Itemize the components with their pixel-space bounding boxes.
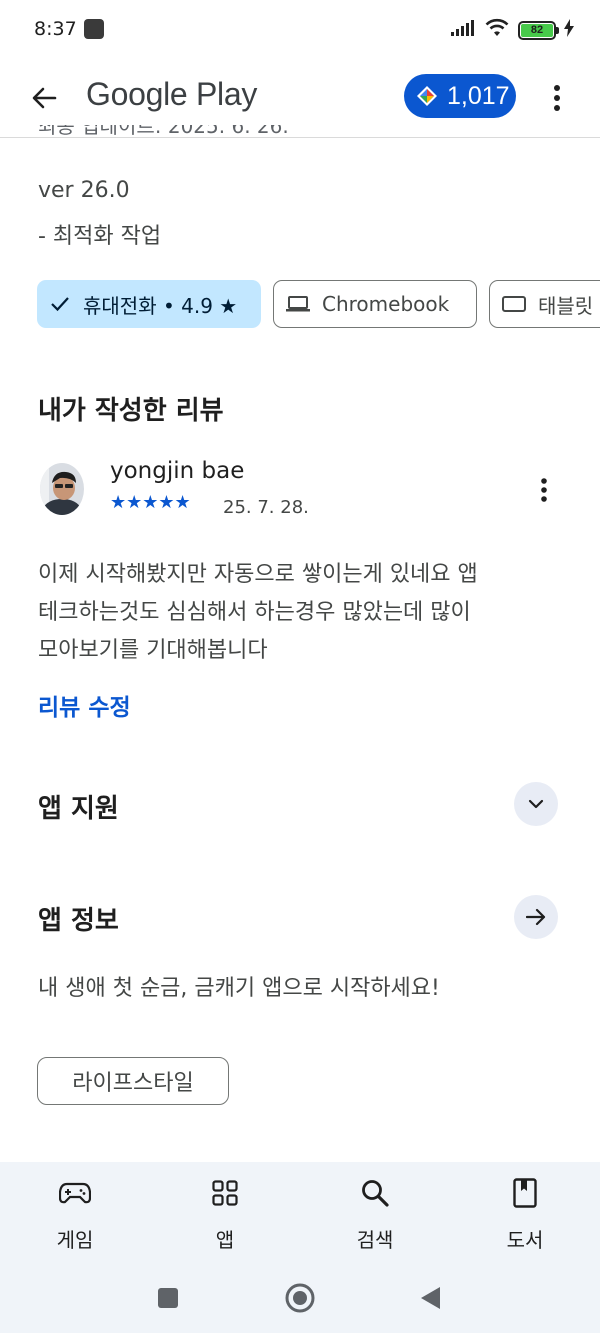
nav-label: 게임 [56, 1228, 94, 1252]
notification-app-icon [84, 19, 104, 39]
system-navigation-bar [0, 1274, 600, 1322]
my-review-title: 내가 작성한 리뷰 [38, 396, 224, 426]
search-icon [358, 1176, 392, 1210]
nav-games[interactable]: 게임 [15, 1176, 135, 1253]
status-time: 8:37 [34, 18, 77, 40]
google-play-title: Google Play [86, 76, 258, 112]
bottom-navigation: 게임 앱 검색 도서 [0, 1162, 600, 1333]
avatar [40, 463, 84, 515]
overflow-menu-button[interactable] [540, 78, 574, 118]
book-icon [508, 1176, 542, 1210]
laptop-icon [286, 296, 310, 312]
nav-label: 도서 [506, 1228, 544, 1252]
nav-books[interactable]: 도서 [465, 1176, 585, 1253]
check-icon [51, 297, 69, 312]
back-triangle-icon[interactable] [414, 1282, 446, 1314]
app-description: 내 생애 첫 순금, 금캐기 앱으로 시작하세요! [38, 976, 440, 1001]
last-updated-clipped: 최종 업데이트: 2025. 6. 26. [38, 125, 289, 138]
review-more-button[interactable] [528, 474, 560, 506]
wifi-icon [484, 18, 510, 42]
nav-label: 앱 [215, 1228, 235, 1252]
battery-level: 82 [521, 23, 553, 37]
review-line: 이제 시작해봤지만 자동으로 쌓이는게 있네요 앱 [38, 562, 478, 587]
device-chip-chromebook[interactable]: Chromebook [273, 280, 477, 328]
device-chip-tablet[interactable]: 태블릿 [489, 280, 600, 328]
edit-review-link[interactable]: 리뷰 수정 [38, 688, 131, 722]
recents-icon[interactable] [152, 1282, 184, 1314]
expand-app-support-button[interactable] [514, 782, 558, 826]
nav-label: 검색 [356, 1228, 394, 1252]
arrow-forward-icon [526, 908, 546, 926]
apps-grid-icon [208, 1176, 242, 1210]
star-rating: ★★★★★ [110, 492, 191, 513]
open-about-app-button[interactable] [514, 895, 558, 939]
more-vert-icon [554, 85, 560, 111]
play-points-icon [417, 86, 437, 106]
charging-icon [564, 19, 574, 41]
status-indicators: 82 [450, 17, 574, 43]
tablet-icon [502, 296, 526, 312]
arrow-back-icon [32, 87, 57, 109]
review-line: 모아보기를 기대해봅니다 [38, 638, 268, 663]
battery-icon: 82 [518, 20, 559, 40]
back-button[interactable] [24, 78, 64, 118]
chevron-down-icon [528, 799, 544, 809]
review-body: 이제 시작해봤지만 자동으로 쌓이는게 있네요 앱 테크하는것도 심심해서 하는… [38, 556, 566, 670]
review-line: 테크하는것도 심심해서 하는경우 많았는데 많이 [38, 600, 471, 625]
more-vert-icon [541, 478, 547, 502]
play-points-button[interactable]: 1,017 [404, 74, 516, 118]
device-chip-label: 휴대전화 • 4.9 ★ [83, 293, 238, 318]
nav-search[interactable]: 검색 [315, 1176, 435, 1253]
points-value: 1,017 [447, 81, 510, 110]
reviewer-name: yongjin bae [110, 458, 245, 484]
version-note: - 최적화 작업 [38, 224, 162, 249]
signal-icon [450, 19, 476, 41]
about-app-title[interactable]: 앱 정보 [38, 900, 119, 937]
home-icon[interactable] [284, 1282, 316, 1314]
status-bar: 8:37 82 [0, 0, 600, 62]
nav-apps[interactable]: 앱 [165, 1176, 285, 1253]
version-label: ver 26.0 [38, 178, 130, 203]
device-chip-label: Chromebook [322, 292, 450, 316]
review-date: 25. 7. 28. [223, 497, 309, 518]
device-chip-label: 태블릿 [538, 293, 594, 318]
device-chip-phone[interactable]: 휴대전화 • 4.9 ★ [37, 280, 261, 328]
app-support-title[interactable]: 앱 지원 [38, 788, 119, 825]
gamepad-icon [58, 1176, 92, 1210]
category-chip[interactable]: 라이프스타일 [37, 1057, 229, 1105]
